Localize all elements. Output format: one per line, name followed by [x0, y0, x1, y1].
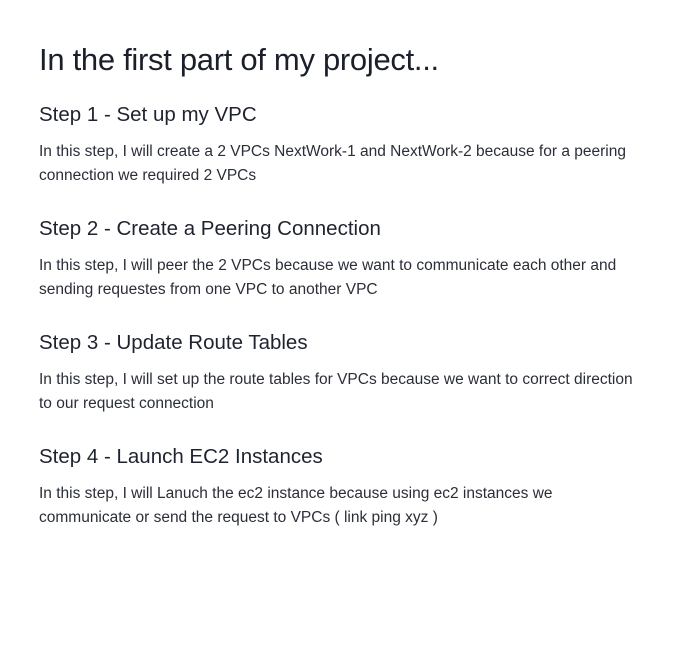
step-heading: Step 3 - Update Route Tables	[39, 331, 308, 354]
step-description: In this step, I will set up the route ta…	[39, 371, 633, 412]
steps-list: Step 1 - Set up my VPC In this step, I w…	[39, 100, 644, 530]
step-1: Step 1 - Set up my VPC In this step, I w…	[39, 100, 644, 188]
page-title: In the first part of my project...	[39, 42, 439, 77]
step-description: In this step, I will create a 2 VPCs Nex…	[39, 143, 626, 184]
step-description: In this step, I will peer the 2 VPCs bec…	[39, 257, 617, 298]
document-page: In the first part of my project... Step …	[0, 0, 682, 660]
step-heading: Step 4 - Launch EC2 Instances	[39, 445, 323, 468]
step-heading: Step 1 - Set up my VPC	[39, 103, 257, 126]
step-heading: Step 2 - Create a Peering Connection	[39, 217, 381, 240]
step-3: Step 3 - Update Route Tables In this ste…	[39, 328, 644, 416]
step-2: Step 2 - Create a Peering Connection In …	[39, 214, 644, 302]
step-description: In this step, I will Lanuch the ec2 inst…	[39, 485, 553, 526]
step-4: Step 4 - Launch EC2 Instances In this st…	[39, 442, 644, 530]
